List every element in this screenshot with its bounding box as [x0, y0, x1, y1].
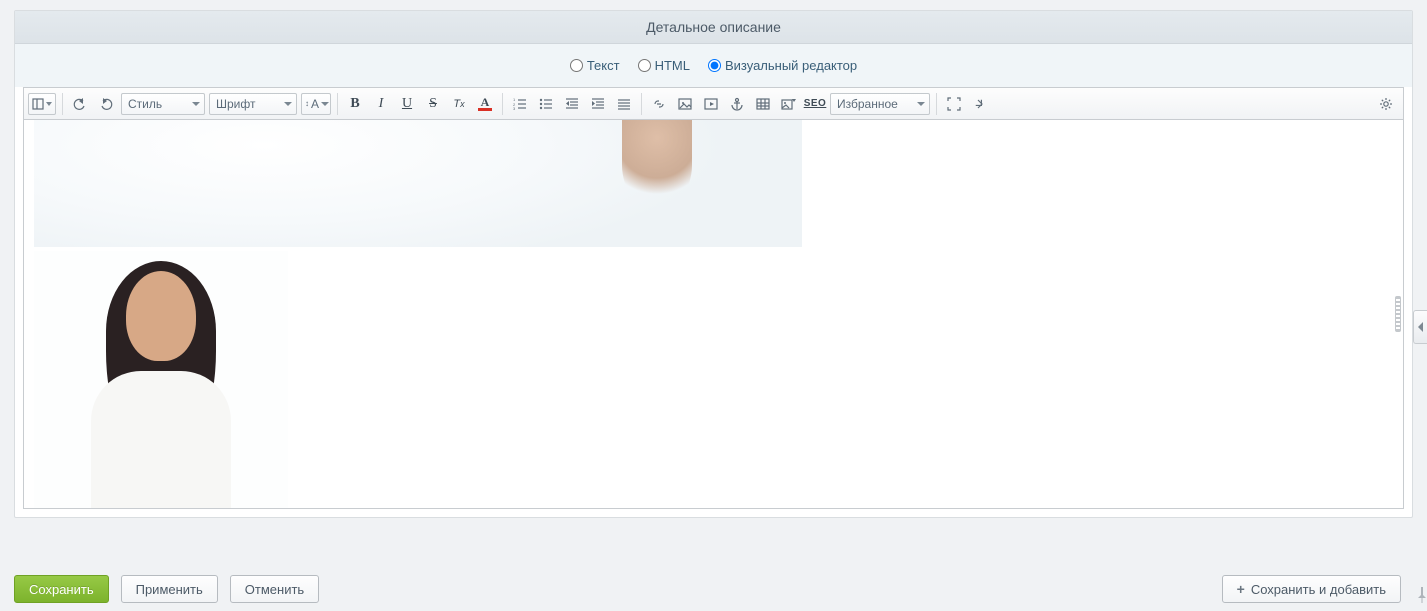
svg-text:3: 3 [513, 106, 516, 111]
font-dropdown[interactable]: Шрифт [209, 93, 297, 115]
editor-toolbar: Стиль Шрифт ↕ A B I U S Tx A [24, 88, 1403, 120]
mode-text-label: Текст [587, 58, 620, 73]
video-button[interactable] [699, 92, 723, 116]
layout-dropdown[interactable] [28, 93, 56, 115]
table-button[interactable] [751, 92, 775, 116]
fontsize-label: A [311, 97, 319, 111]
chevron-down-icon [917, 102, 925, 106]
content-image-2[interactable] [34, 251, 288, 508]
more-button[interactable] [968, 92, 992, 116]
underline-button[interactable]: U [395, 92, 419, 116]
chevron-down-icon [46, 102, 52, 106]
mode-visual-option[interactable]: Визуальный редактор [708, 58, 857, 73]
mode-text-radio[interactable] [570, 59, 583, 72]
resize-handle[interactable] [1395, 296, 1401, 332]
align-button[interactable] [612, 92, 636, 116]
unordered-list-button[interactable] [534, 92, 558, 116]
mode-text-option[interactable]: Текст [570, 58, 620, 73]
editor-content-area[interactable] [24, 120, 1403, 508]
indent-button[interactable] [586, 92, 610, 116]
editor-shell: Стиль Шрифт ↕ A B I U S Tx A [23, 87, 1404, 509]
seo-button[interactable]: SEO [803, 92, 827, 116]
settings-button[interactable] [1374, 92, 1398, 116]
apply-button[interactable]: Применить [121, 575, 218, 603]
style-dropdown-label: Стиль [128, 97, 162, 111]
cancel-button[interactable]: Отменить [230, 575, 319, 603]
link-button[interactable] [647, 92, 671, 116]
mode-visual-label: Визуальный редактор [725, 58, 857, 73]
favorites-label: Избранное [837, 97, 898, 111]
clear-format-button[interactable]: Tx [447, 92, 471, 116]
save-and-add-button[interactable]: + Сохранить и добавить [1222, 575, 1401, 603]
text-color-letter: A [481, 97, 490, 107]
chevron-down-icon [321, 102, 329, 106]
editor-body [24, 120, 1403, 508]
chevron-down-icon [284, 102, 292, 106]
image-button[interactable] [673, 92, 697, 116]
save-button[interactable]: Сохранить [14, 575, 109, 603]
mode-html-label: HTML [655, 58, 690, 73]
image-edit-button[interactable] [777, 92, 801, 116]
text-color-button[interactable]: A [473, 92, 497, 116]
font-dropdown-label: Шрифт [216, 97, 255, 111]
plus-icon: + [1237, 581, 1245, 597]
style-dropdown[interactable]: Стиль [121, 93, 205, 115]
section-title: Детальное описание [15, 11, 1412, 44]
fontsize-dropdown[interactable]: ↕ A [301, 93, 331, 115]
fullscreen-button[interactable] [942, 92, 966, 116]
footer-actions: Сохранить Применить Отменить + Сохранить… [14, 575, 1413, 603]
text-color-bar [478, 108, 492, 111]
chevron-left-icon [1418, 322, 1423, 332]
content-image-1[interactable] [34, 120, 802, 247]
editor-mode-row: Текст HTML Визуальный редактор [15, 44, 1412, 87]
save-and-add-label: Сохранить и добавить [1251, 582, 1386, 597]
outdent-button[interactable] [560, 92, 584, 116]
ordered-list-button[interactable]: 1 2 3 [508, 92, 532, 116]
mode-html-option[interactable]: HTML [638, 58, 690, 73]
redo-button[interactable] [94, 92, 118, 116]
undo-button[interactable] [68, 92, 92, 116]
favorites-dropdown[interactable]: Избранное [830, 93, 930, 115]
pin-button[interactable] [1415, 585, 1427, 605]
mode-html-radio[interactable] [638, 59, 651, 72]
side-panel-toggle[interactable] [1413, 310, 1427, 344]
detail-description-section: Детальное описание Текст HTML Визуальный… [14, 10, 1413, 518]
italic-button[interactable]: I [369, 92, 393, 116]
mode-visual-radio[interactable] [708, 59, 721, 72]
anchor-button[interactable] [725, 92, 749, 116]
strikethrough-button[interactable]: S [421, 92, 445, 116]
chevron-down-icon [192, 102, 200, 106]
bold-button[interactable]: B [343, 92, 367, 116]
